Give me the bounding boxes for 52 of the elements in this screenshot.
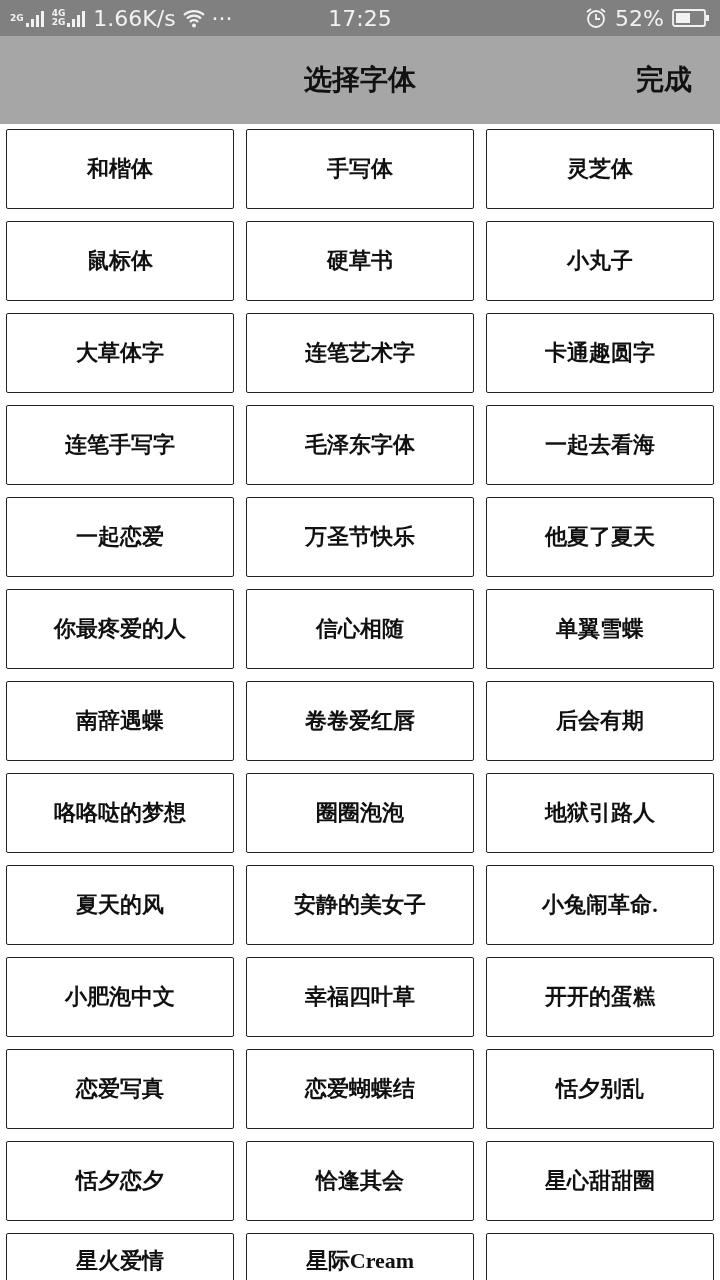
more-indicator: ···: [211, 5, 233, 31]
font-option[interactable]: 星心甜甜圈: [486, 1141, 714, 1221]
font-option[interactable]: 小肥泡中文: [6, 957, 234, 1037]
wifi-icon: [181, 8, 206, 28]
font-option[interactable]: 你最疼爱的人: [6, 589, 234, 669]
font-option[interactable]: 南辞遇蝶: [6, 681, 234, 761]
font-option[interactable]: 灵芝体: [486, 129, 714, 209]
page-title: 选择字体: [304, 63, 416, 97]
font-option[interactable]: 夏天的风: [6, 865, 234, 945]
network-type-label: 4G: [51, 9, 66, 18]
font-option[interactable]: 星火爱情: [6, 1233, 234, 1280]
font-option[interactable]: 卷卷爱红唇: [246, 681, 474, 761]
font-option[interactable]: 他夏了夏天: [486, 497, 714, 577]
font-option[interactable]: 信心相随: [246, 589, 474, 669]
font-option[interactable]: 恋爱蝴蝶结: [246, 1049, 474, 1129]
font-option[interactable]: 小兔闹革命.: [486, 865, 714, 945]
font-option[interactable]: 小丸子: [486, 221, 714, 301]
font-option[interactable]: 连笔艺术字: [246, 313, 474, 393]
font-option[interactable]: 单翼雪蝶: [486, 589, 714, 669]
font-option[interactable]: 万圣节快乐: [246, 497, 474, 577]
font-option[interactable]: 幸福四叶草: [246, 957, 474, 1037]
alarm-clock-icon: [585, 7, 608, 29]
font-option[interactable]: 大草体字: [6, 313, 234, 393]
signal-icon: [25, 9, 46, 27]
network-type-label: 2G: [10, 13, 24, 23]
font-option[interactable]: 手写体: [246, 129, 474, 209]
font-option[interactable]: 卡通趣圆字: [486, 313, 714, 393]
clock-time: 17:25: [328, 5, 392, 31]
font-option[interactable]: 恬夕恋夕: [6, 1141, 234, 1221]
font-option[interactable]: 圈圈泡泡: [246, 773, 474, 853]
font-option[interactable]: 星际Cream: [246, 1233, 474, 1280]
done-button[interactable]: 完成: [636, 61, 692, 99]
font-option[interactable]: 地狱引路人: [486, 773, 714, 853]
font-option[interactable]: 连笔手写字: [6, 405, 234, 485]
font-option[interactable]: 一起去看海: [486, 405, 714, 485]
font-option[interactable]: 咯咯哒的梦想: [6, 773, 234, 853]
font-option[interactable]: 和楷体: [6, 129, 234, 209]
battery-icon: [672, 8, 710, 28]
font-option[interactable]: 一起恋爱: [6, 497, 234, 577]
font-option[interactable]: 恰逢其会: [246, 1141, 474, 1221]
network-type-label: 2G: [51, 18, 66, 27]
font-option[interactable]: 安静的美女子: [246, 865, 474, 945]
network-speed: 1.66K/s: [93, 5, 176, 31]
font-option[interactable]: 开开的蛋糕: [486, 957, 714, 1037]
font-option[interactable]: 后会有期: [486, 681, 714, 761]
font-option[interactable]: 恋爱写真: [6, 1049, 234, 1129]
font-option[interactable]: 鼠标体: [6, 221, 234, 301]
font-option[interactable]: 硬草书: [246, 221, 474, 301]
font-option[interactable]: 恬夕别乱: [486, 1049, 714, 1129]
battery-percent: 52%: [615, 5, 664, 31]
signal-icon: [67, 9, 88, 27]
font-option[interactable]: 毛泽东字体: [246, 405, 474, 485]
